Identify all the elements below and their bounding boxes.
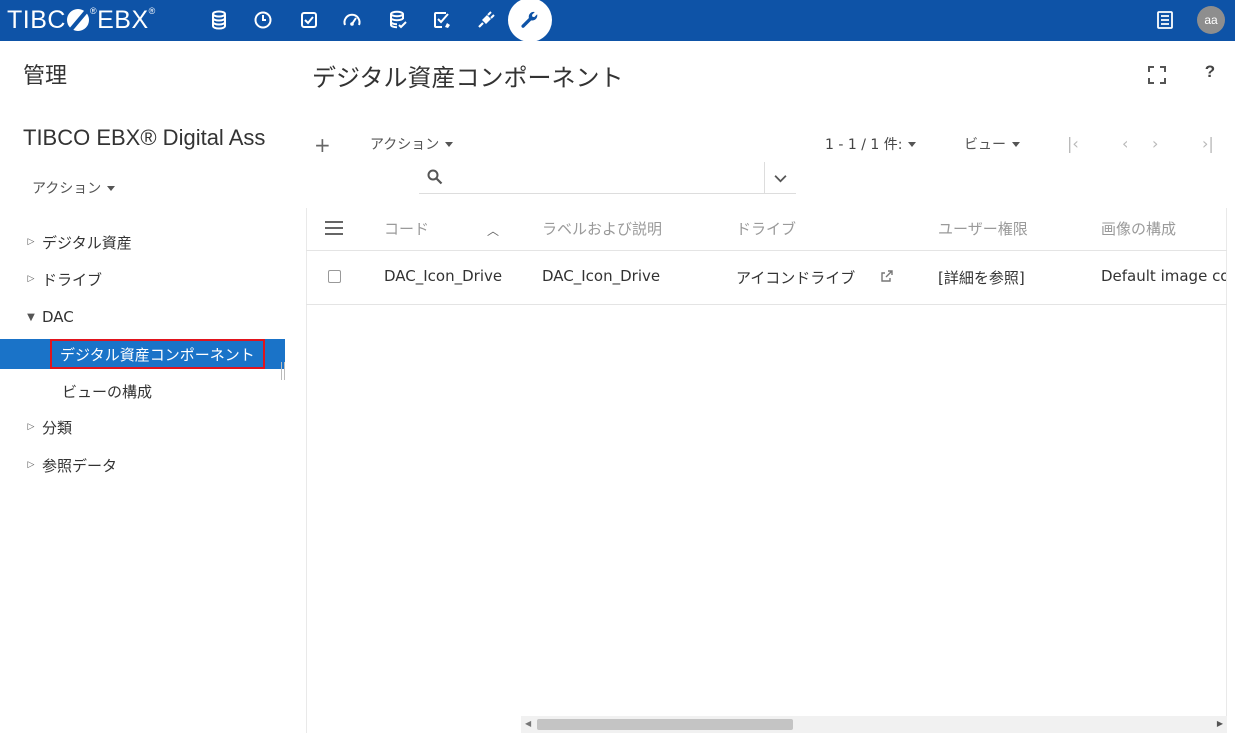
tree-item-digital-asset-component[interactable]: デジタル資産コンポーネント bbox=[0, 339, 285, 369]
table-action-label: アクション bbox=[370, 137, 440, 153]
record-count-label: 1 - 1 / 1 件: bbox=[825, 137, 903, 153]
admin-title: 管理 bbox=[23, 64, 68, 89]
column-header-drive[interactable]: ドライブ bbox=[736, 218, 796, 239]
column-header-code[interactable]: コード bbox=[384, 218, 429, 239]
view-menu[interactable]: ビュー bbox=[964, 134, 1020, 154]
tree-item-drive[interactable]: ▷ ドライブ bbox=[0, 264, 285, 294]
tree-item-label: デジタル資産 bbox=[42, 233, 132, 252]
page-title: デジタル資産コンポーネント bbox=[312, 64, 624, 92]
search-input[interactable] bbox=[453, 165, 753, 191]
caret-down-icon bbox=[908, 141, 917, 147]
search-bar bbox=[419, 162, 796, 194]
cell-label[interactable]: DAC_Icon_Drive bbox=[542, 267, 660, 285]
chevron-down-icon bbox=[774, 174, 787, 182]
logo-o-mark bbox=[66, 8, 89, 32]
add-record-button[interactable]: + bbox=[314, 133, 331, 157]
previous-page-icon[interactable]: ‹ bbox=[1122, 134, 1128, 153]
plug-icon[interactable] bbox=[473, 7, 499, 33]
row-divider bbox=[306, 304, 1227, 305]
row-checkbox[interactable] bbox=[328, 270, 341, 283]
column-menu-icon[interactable] bbox=[325, 221, 343, 237]
external-link-icon[interactable] bbox=[880, 269, 894, 283]
tree-item-digital-asset[interactable]: ▷ デジタル資産 bbox=[0, 227, 285, 257]
task-check-icon[interactable] bbox=[429, 7, 455, 33]
tree-collapsed-arrow-icon[interactable]: ▷ bbox=[24, 274, 38, 284]
last-page-icon[interactable]: ›| bbox=[1202, 134, 1214, 153]
left-action-label: アクション bbox=[32, 181, 102, 197]
help-icon[interactable]: ? bbox=[1200, 62, 1220, 86]
scrollbar-thumb[interactable] bbox=[537, 719, 793, 730]
cell-image-config[interactable]: Default image configuration bbox=[1101, 267, 1226, 285]
scroll-left-arrow-icon[interactable]: ◀ bbox=[525, 719, 531, 728]
tree-collapsed-arrow-icon[interactable]: ▷ bbox=[24, 237, 38, 247]
sort-ascending-icon[interactable]: ︿ bbox=[487, 222, 499, 239]
module-title: TIBCO EBX® Digital Ass bbox=[23, 125, 266, 150]
tree-item-view-config[interactable]: ビューの構成 bbox=[0, 376, 285, 406]
clock-icon[interactable] bbox=[250, 7, 276, 33]
user-avatar[interactable]: aa bbox=[1197, 6, 1225, 34]
first-page-icon[interactable]: |‹ bbox=[1067, 134, 1079, 153]
tree-item-label: 分類 bbox=[42, 418, 73, 437]
scroll-right-arrow-icon[interactable]: ▶ bbox=[1217, 719, 1223, 728]
checkbox-icon[interactable] bbox=[296, 7, 322, 33]
column-header-permissions[interactable]: ユーザー権限 bbox=[938, 218, 1028, 239]
database-icon[interactable] bbox=[206, 7, 232, 33]
tree-item-label: 参照データ bbox=[42, 456, 118, 475]
column-header-image-config[interactable]: 画像の構成 bbox=[1101, 218, 1176, 239]
tree-item-label: デジタル資産コンポーネント bbox=[50, 339, 265, 369]
header-divider bbox=[306, 250, 1227, 251]
search-icon bbox=[427, 169, 443, 185]
caret-down-icon bbox=[1012, 141, 1020, 147]
column-header-label[interactable]: ラベルおよび説明 bbox=[542, 218, 662, 239]
tibco-ebx-logo[interactable]: TIBC ®EBX® bbox=[7, 4, 156, 36]
tree-item-label: ビューの構成 bbox=[62, 382, 153, 401]
tree-item-reference-data[interactable]: ▷ 参照データ bbox=[0, 450, 285, 480]
logo-registered-mark-2: ® bbox=[148, 6, 156, 16]
tree-expanded-arrow-icon[interactable]: ▼ bbox=[24, 312, 38, 323]
menu-list-icon[interactable] bbox=[1153, 8, 1177, 32]
fullscreen-icon[interactable] bbox=[1146, 64, 1168, 86]
left-action-menu[interactable]: アクション bbox=[32, 178, 116, 198]
view-menu-label: ビュー bbox=[964, 137, 1006, 153]
search-expand-button[interactable] bbox=[764, 162, 796, 194]
next-page-icon[interactable]: › bbox=[1152, 134, 1158, 153]
cell-permissions-link[interactable]: [詳細を参照] bbox=[938, 267, 1025, 288]
tree-item-label: DAC bbox=[42, 308, 74, 326]
caret-down-icon bbox=[445, 141, 454, 147]
cell-drive[interactable]: アイコンドライブ bbox=[736, 267, 855, 288]
speedometer-icon[interactable] bbox=[339, 7, 365, 33]
tree-collapsed-arrow-icon[interactable]: ▷ bbox=[24, 460, 38, 470]
wrench-icon[interactable] bbox=[508, 0, 552, 42]
table-action-menu[interactable]: アクション bbox=[370, 134, 454, 154]
tree-collapsed-arrow-icon[interactable]: ▷ bbox=[24, 422, 38, 432]
record-count-menu[interactable]: 1 - 1 / 1 件: bbox=[825, 134, 917, 154]
logo-text: TIBC bbox=[7, 6, 66, 34]
tree-item-classification[interactable]: ▷ 分類 bbox=[0, 412, 285, 442]
top-navigation-bar: TIBC ®EBX® aa bbox=[0, 0, 1235, 42]
horizontal-scrollbar[interactable]: ◀ ▶ bbox=[521, 716, 1227, 733]
caret-down-icon bbox=[107, 185, 116, 191]
dataspace-icon[interactable] bbox=[385, 7, 411, 33]
logo-text-ebx: EBX bbox=[97, 6, 149, 34]
cell-code[interactable]: DAC_Icon_Drive bbox=[384, 267, 502, 285]
tree-item-label: ドライブ bbox=[42, 270, 103, 289]
tree-item-dac[interactable]: ▼ DAC bbox=[0, 302, 285, 332]
